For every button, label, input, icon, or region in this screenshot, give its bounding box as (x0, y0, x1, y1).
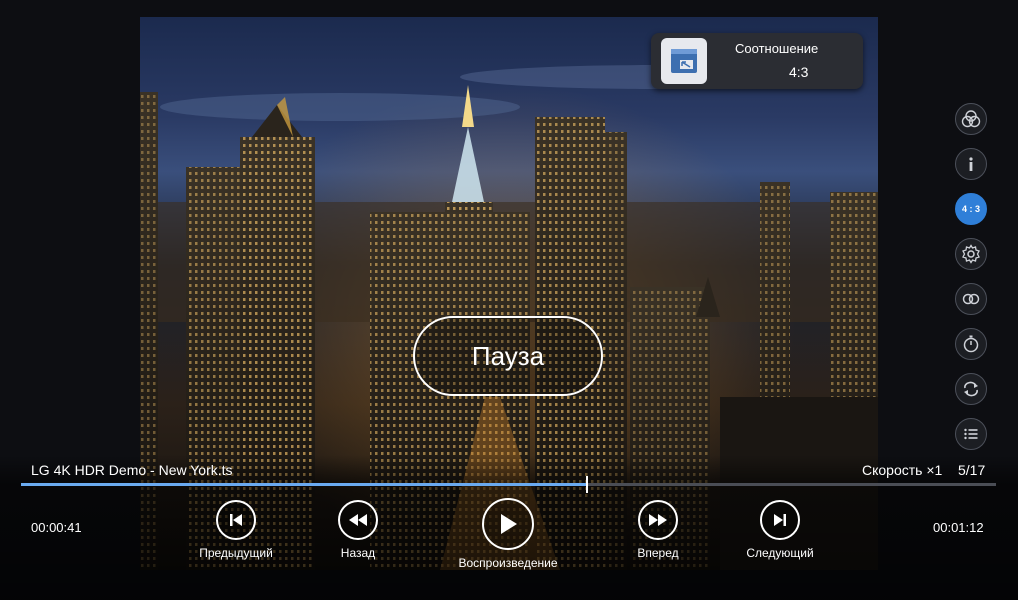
stopwatch-icon (963, 335, 979, 353)
forward-button[interactable]: Вперед (618, 500, 698, 560)
play-icon (482, 498, 534, 550)
aspect-ratio-button[interactable]: 4 : 3 (955, 193, 987, 225)
previous-button[interactable]: Предыдущий (186, 500, 286, 560)
player-screen: Соотношение 4:3 4 : 3 Пауза LG 4K HDR De… (0, 0, 1018, 600)
progress-fill (21, 483, 587, 486)
ratio-icon: 4 : 3 (961, 204, 980, 214)
repeat-icon (964, 381, 978, 397)
settings-button[interactable] (955, 238, 987, 270)
progress-bar[interactable] (21, 476, 996, 493)
continuous-play-button[interactable] (955, 373, 987, 405)
progress-handle[interactable] (585, 476, 588, 493)
play-label: Воспроизведение (458, 556, 558, 570)
repeat-mode-button[interactable] (955, 283, 987, 315)
playlist-button[interactable] (955, 418, 987, 450)
previous-icon (216, 500, 256, 540)
aspect-ratio-title: Соотношение (735, 41, 819, 56)
forward-label: Вперед (637, 546, 679, 560)
gear-icon (962, 244, 980, 264)
color-circles-icon (961, 110, 981, 128)
play-button[interactable]: Воспроизведение (448, 498, 568, 570)
total-time: 00:01:12 (933, 520, 984, 535)
aspect-ratio-value: 4:3 (789, 64, 809, 80)
file-name: LG 4K HDR Demo - New York.ts (31, 462, 233, 478)
previous-label: Предыдущий (199, 546, 273, 560)
link-rings-icon (962, 293, 980, 305)
next-icon (760, 500, 800, 540)
rewind-label: Назад (340, 546, 376, 560)
picture-mode-button[interactable] (955, 103, 987, 135)
playlist-counter: 5/17 (958, 462, 986, 478)
rewind-button[interactable]: Назад (318, 500, 398, 560)
fast-forward-icon (638, 500, 678, 540)
list-icon (964, 428, 978, 440)
playback-speed: Скорость ×1 (862, 462, 943, 478)
aspect-ratio-icon (661, 38, 707, 84)
pause-indicator: Пауза (413, 316, 603, 396)
next-button[interactable]: Следующий (730, 500, 830, 560)
elapsed-time: 00:00:41 (31, 520, 82, 535)
info-button[interactable] (955, 148, 987, 180)
sleep-timer-button[interactable] (955, 328, 987, 360)
rewind-icon (338, 500, 378, 540)
next-label: Следующий (746, 546, 814, 560)
pause-label: Пауза (471, 340, 545, 371)
aspect-ratio-panel: Соотношение 4:3 (651, 33, 863, 89)
info-icon (969, 157, 973, 171)
